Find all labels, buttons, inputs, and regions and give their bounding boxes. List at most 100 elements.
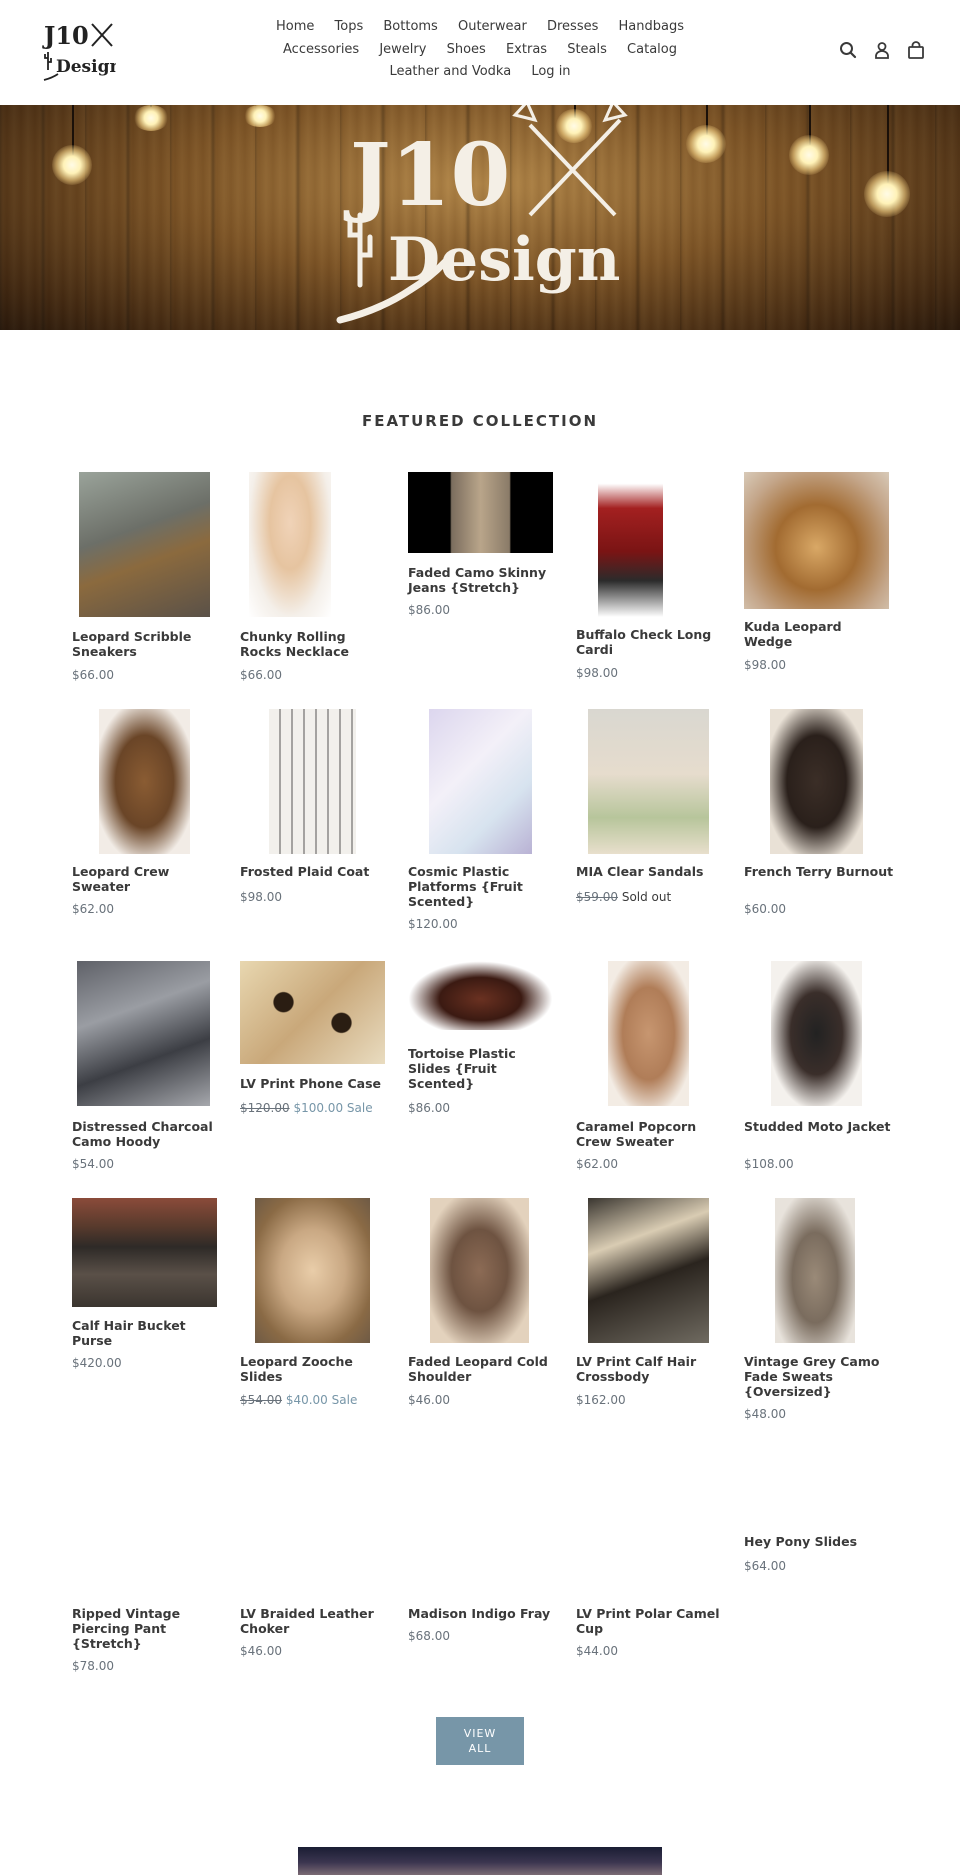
nav-leather-and-vodka[interactable]: Leather and Vodka [389,61,511,84]
price-regular: $66.00 [240,668,282,682]
product-image[interactable] [429,709,532,854]
product-price: $98.00 [240,890,282,904]
product-image[interactable] [771,961,862,1106]
product-title[interactable]: Studded Moto Jacket [744,1119,894,1134]
product-image[interactable] [588,1198,709,1343]
product-image[interactable] [744,472,889,609]
product-price: $120.00 [408,917,458,931]
nav-tops[interactable]: Tops [335,16,364,39]
product-title[interactable]: Faded Leopard Cold Shoulder [408,1354,558,1384]
product-title[interactable]: Vintage Grey Camo Fade Sweats {Oversized… [744,1354,894,1399]
product-title[interactable]: Tortoise Plastic Slides {Fruit Scented} [408,1046,558,1091]
product-image[interactable] [99,709,190,854]
nav-shoes[interactable]: Shoes [447,39,486,62]
nav-handbags[interactable]: Handbags [619,16,684,39]
product-image[interactable] [430,1198,529,1343]
price-regular: $86.00 [408,1101,450,1115]
product-image[interactable] [240,961,385,1064]
product-image[interactable] [249,472,331,617]
product-title[interactable]: Hey Pony Slides [744,1534,894,1549]
nav-outerwear[interactable]: Outerwear [458,16,527,39]
product-price: $162.00 [576,1393,626,1407]
product-title[interactable]: Leopard Scribble Sneakers [72,629,222,659]
price-regular: $98.00 [744,658,786,672]
product-image[interactable] [77,961,210,1106]
product-price: $48.00 [744,1407,786,1421]
product-title[interactable]: Ripped Vintage Piercing Pant {Stretch} [72,1606,222,1651]
sold-out-badge: Sold out [621,890,672,904]
product-image[interactable] [598,472,663,617]
price-regular: $162.00 [576,1393,626,1407]
product-title[interactable]: Frosted Plaid Coat [240,864,390,879]
product-title[interactable]: French Terry Burnout [744,864,894,879]
nav-log-in[interactable]: Log in [531,61,570,84]
product-image[interactable] [255,1198,370,1343]
product-image[interactable] [408,961,553,1030]
product-title[interactable]: Leopard Zooche Slides [240,1354,390,1384]
price-sale: $40.00 [285,1393,328,1407]
nav-bottoms[interactable]: Bottoms [383,16,437,39]
light-bulb [133,105,169,131]
product-price: $108.00 [744,1157,794,1171]
price-regular: $62.00 [576,1157,618,1171]
nav-dresses[interactable]: Dresses [547,16,598,39]
site-logo[interactable]: J10 Design [42,20,122,82]
price-compare-at: $54.00 [240,1393,282,1407]
account-icon[interactable] [872,40,892,60]
product-title[interactable]: Madison Indigo Fray [408,1606,558,1621]
product-price: $54.00 [72,1157,114,1171]
product-price: $68.00 [408,1629,450,1643]
price-regular: $420.00 [72,1356,122,1370]
product-title[interactable]: Caramel Popcorn Crew Sweater [576,1119,726,1149]
price-sale: $100.00 [293,1101,344,1115]
product-title[interactable]: Cosmic Plastic Platforms {Fruit Scented} [408,864,558,909]
product-price: $86.00 [408,603,450,617]
site-header: J10 Design Home Tops Bottoms Outerwear D… [0,0,960,105]
price-regular: $86.00 [408,603,450,617]
product-image[interactable] [588,709,709,854]
price-regular: $46.00 [240,1644,282,1658]
price-regular: $54.00 [72,1157,114,1171]
product-title[interactable]: LV Print Polar Camel Cup [576,1606,726,1636]
cart-icon[interactable] [906,40,926,60]
product-image[interactable] [408,472,553,553]
product-title[interactable]: LV Braided Leather Choker [240,1606,390,1636]
product-title[interactable]: Faded Camo Skinny Jeans {Stretch} [408,565,558,595]
product-title[interactable]: Kuda Leopard Wedge [744,619,894,649]
product-price: $86.00 [408,1101,450,1115]
nav-jewelry[interactable]: Jewelry [379,39,426,62]
product-title[interactable]: LV Print Calf Hair Crossbody [576,1354,726,1384]
product-image[interactable] [770,709,863,854]
view-all-button[interactable]: VIEW ALL [436,1717,524,1765]
price-regular: $68.00 [408,1629,450,1643]
price-regular: $108.00 [744,1157,794,1171]
product-price: $62.00 [72,902,114,916]
product-image[interactable] [72,1198,217,1307]
search-icon[interactable] [838,40,858,60]
hero-banner: J10 Design [0,105,960,330]
product-price: $60.00 [744,902,786,916]
bottom-banner-image [298,1847,662,1875]
price-regular: $60.00 [744,902,786,916]
product-title[interactable]: Buffalo Check Long Cardi [576,627,726,657]
nav-home[interactable]: Home [276,16,314,39]
price-compare-at: $120.00 [240,1101,290,1115]
product-title[interactable]: Calf Hair Bucket Purse [72,1318,222,1348]
nav-extras[interactable]: Extras [506,39,547,62]
product-price: $78.00 [72,1659,114,1673]
price-regular: $120.00 [408,917,458,931]
nav-catalog[interactable]: Catalog [627,39,677,62]
product-title[interactable]: LV Print Phone Case [240,1076,390,1091]
product-image[interactable] [79,472,210,617]
product-image[interactable] [269,709,356,854]
price-regular: $44.00 [576,1644,618,1658]
product-image[interactable] [608,961,689,1106]
nav-steals[interactable]: Steals [567,39,607,62]
product-image[interactable] [775,1198,855,1343]
product-title[interactable]: Distressed Charcoal Camo Hoody [72,1119,222,1149]
product-title[interactable]: Leopard Crew Sweater [72,864,222,894]
product-price: $44.00 [576,1644,618,1658]
product-title[interactable]: Chunky Rolling Rocks Necklace [240,629,390,659]
product-title[interactable]: MIA Clear Sandals [576,864,726,879]
nav-accessories[interactable]: Accessories [283,39,359,62]
